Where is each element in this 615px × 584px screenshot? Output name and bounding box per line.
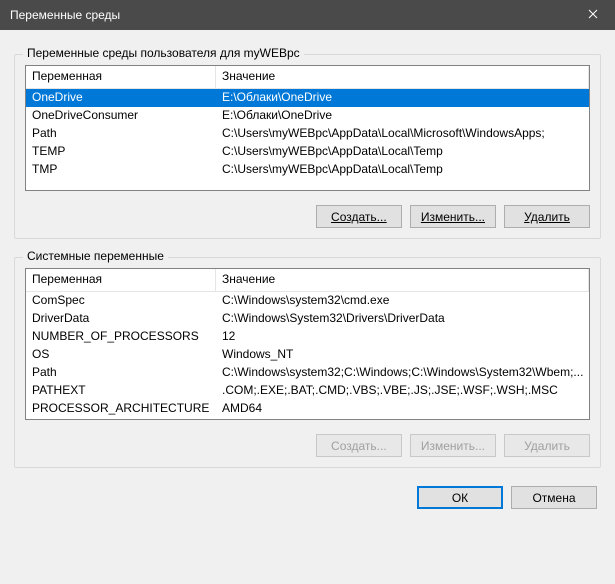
cell-variable: TEMP xyxy=(26,143,216,161)
cell-variable: PROCESSOR_ARCHITECTURE xyxy=(26,400,216,418)
column-header-value[interactable]: Значение xyxy=(216,66,589,88)
table-row[interactable]: PathC:\Windows\system32;C:\Windows;C:\Wi… xyxy=(26,364,589,382)
cell-variable: NUMBER_OF_PROCESSORS xyxy=(26,328,216,346)
dialog-buttons: ОК Отмена xyxy=(14,486,601,509)
titlebar: Переменные среды xyxy=(0,0,615,30)
user-edit-button[interactable]: Изменить... xyxy=(410,205,496,228)
column-header-variable[interactable]: Переменная xyxy=(26,66,216,88)
cell-value: C:\Users\myWEBpc\AppData\Local\Temp xyxy=(216,161,589,179)
window-title: Переменные среды xyxy=(10,8,120,22)
cell-variable: Path xyxy=(26,364,216,382)
user-new-button[interactable]: Создать... xyxy=(316,205,402,228)
cell-value: C:\Users\myWEBpc\AppData\Local\Temp xyxy=(216,143,589,161)
cell-value: C:\Users\myWEBpc\AppData\Local\Microsoft… xyxy=(216,125,589,143)
dialog-body: Переменные среды пользователя для myWEBp… xyxy=(0,30,615,523)
cell-variable: OneDriveConsumer xyxy=(26,107,216,125)
table-row[interactable]: OSWindows_NT xyxy=(26,346,589,364)
cell-variable: OS xyxy=(26,346,216,364)
cell-value: AMD64 xyxy=(216,400,589,418)
cell-variable: ComSpec xyxy=(26,292,216,310)
close-icon xyxy=(588,8,598,22)
system-edit-button[interactable]: Изменить... xyxy=(410,434,496,457)
user-variables-group: Переменные среды пользователя для myWEBp… xyxy=(14,54,601,239)
table-row[interactable]: ComSpecC:\Windows\system32\cmd.exe xyxy=(26,292,589,310)
cell-value: 12 xyxy=(216,328,589,346)
table-row[interactable]: PROCESSOR_ARCHITECTUREAMD64 xyxy=(26,400,589,418)
cell-value: C:\Windows\System32\Drivers\DriverData xyxy=(216,310,589,328)
column-header-variable[interactable]: Переменная xyxy=(26,269,216,291)
cell-value: E:\Облаки\OneDrive xyxy=(216,107,589,125)
table-row[interactable]: OneDriveE:\Облаки\OneDrive xyxy=(26,89,589,107)
system-buttons: Создать... Изменить... Удалить xyxy=(25,434,590,457)
system-new-button[interactable]: Создать... xyxy=(316,434,402,457)
table-row[interactable]: PathC:\Users\myWEBpc\AppData\Local\Micro… xyxy=(26,125,589,143)
cell-value: Windows_NT xyxy=(216,346,589,364)
cell-value: E:\Облаки\OneDrive xyxy=(216,89,589,107)
list-header: Переменная Значение xyxy=(26,269,589,292)
cell-variable: TMP xyxy=(26,161,216,179)
user-delete-button[interactable]: Удалить xyxy=(504,205,590,228)
table-row[interactable]: TEMPC:\Users\myWEBpc\AppData\Local\Temp xyxy=(26,143,589,161)
close-button[interactable] xyxy=(570,0,615,30)
system-delete-button[interactable]: Удалить xyxy=(504,434,590,457)
table-row[interactable]: TMPC:\Users\myWEBpc\AppData\Local\Temp xyxy=(26,161,589,179)
table-row[interactable]: NUMBER_OF_PROCESSORS12 xyxy=(26,328,589,346)
user-variables-list[interactable]: Переменная Значение OneDriveE:\Облаки\On… xyxy=(25,65,590,191)
cell-variable: PATHEXT xyxy=(26,382,216,400)
table-row[interactable]: DriverDataC:\Windows\System32\Drivers\Dr… xyxy=(26,310,589,328)
system-group-label: Системные переменные xyxy=(23,249,168,263)
cell-value: C:\Windows\system32;C:\Windows;C:\Window… xyxy=(216,364,589,382)
cell-value: C:\Windows\system32\cmd.exe xyxy=(216,292,589,310)
list-header: Переменная Значение xyxy=(26,66,589,89)
user-group-label: Переменные среды пользователя для myWEBp… xyxy=(23,46,304,60)
user-buttons: Создать... Изменить... Удалить xyxy=(25,205,590,228)
system-variables-list[interactable]: Переменная Значение ComSpecC:\Windows\sy… xyxy=(25,268,590,420)
ok-button[interactable]: ОК xyxy=(417,486,503,509)
column-header-value[interactable]: Значение xyxy=(216,269,589,291)
system-variables-group: Системные переменные Переменная Значение… xyxy=(14,257,601,468)
cell-variable: OneDrive xyxy=(26,89,216,107)
cell-value: .COM;.EXE;.BAT;.CMD;.VBS;.VBE;.JS;.JSE;.… xyxy=(216,382,589,400)
cell-variable: Path xyxy=(26,125,216,143)
cell-variable: DriverData xyxy=(26,310,216,328)
table-row[interactable]: OneDriveConsumerE:\Облаки\OneDrive xyxy=(26,107,589,125)
cancel-button[interactable]: Отмена xyxy=(511,486,597,509)
table-row[interactable]: PATHEXT.COM;.EXE;.BAT;.CMD;.VBS;.VBE;.JS… xyxy=(26,382,589,400)
